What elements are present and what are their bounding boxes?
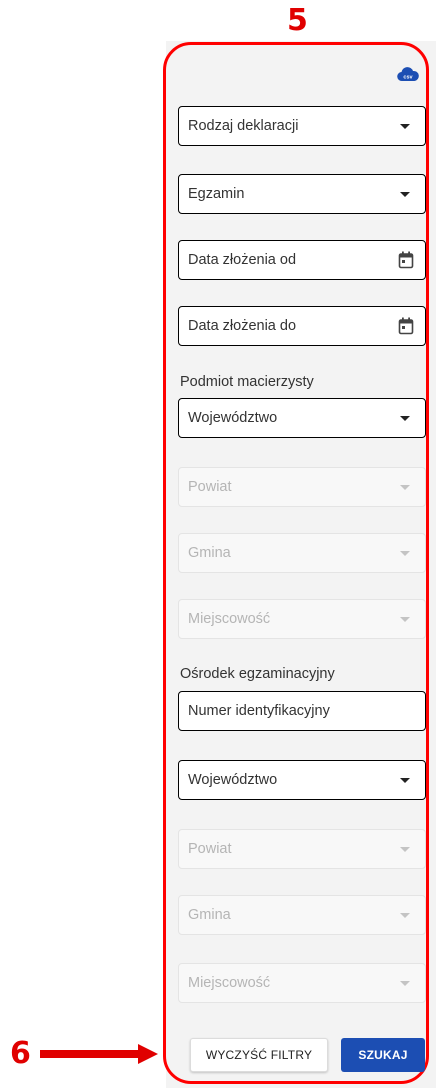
center-locality-select[interactable]: Miejscowość [178,963,426,1003]
date-to-label: Data złożenia do [188,318,297,334]
chevron-down-icon [400,124,410,129]
date-from-label: Data złożenia od [188,252,297,268]
date-from-field[interactable]: Data złożenia od [178,240,426,280]
annotation-number-6: 6 [10,1036,31,1071]
parent-entity-heading: Podmiot macierzysty [180,374,314,390]
id-number-label: Numer identyfikacyjny [188,703,330,719]
chevron-down-icon [400,192,410,197]
declaration-type-label: Rodzaj deklaracji [188,118,299,134]
chevron-down-icon [400,778,410,783]
chevron-down-icon [400,913,410,918]
chevron-down-icon [400,485,410,490]
calendar-icon[interactable] [398,317,414,335]
locality-label: Miejscowość [188,975,271,991]
voivodeship-label: Województwo [188,772,278,788]
exam-center-id-input[interactable]: Numer identyfikacyjny [178,691,426,731]
parent-locality-select[interactable]: Miejscowość [178,599,426,639]
chevron-down-icon [400,847,410,852]
exam-center-heading: Ośrodek egzaminacyjny [180,666,335,682]
county-label: Powiat [188,841,232,857]
parent-voivodeship-select[interactable]: Województwo [178,398,426,438]
parent-commune-select[interactable]: Gmina [178,533,426,573]
voivodeship-label: Województwo [188,410,278,426]
exam-select[interactable]: Egzamin [178,174,426,214]
county-label: Powiat [188,479,232,495]
chevron-down-icon [400,416,410,421]
search-button[interactable]: SZUKAJ [341,1038,425,1072]
locality-label: Miejscowość [188,611,271,627]
center-county-select[interactable]: Powiat [178,829,426,869]
annotation-arrow-icon [40,1044,158,1064]
chevron-down-icon [400,617,410,622]
center-voivodeship-select[interactable]: Województwo [178,760,426,800]
chevron-down-icon [400,981,410,986]
center-commune-select[interactable]: Gmina [178,895,426,935]
commune-label: Gmina [188,907,231,923]
commune-label: Gmina [188,545,231,561]
parent-county-select[interactable]: Powiat [178,467,426,507]
annotation-number-5: 5 [287,3,308,38]
calendar-icon[interactable] [398,251,414,269]
date-to-field[interactable]: Data złożenia do [178,306,426,346]
chevron-down-icon [400,551,410,556]
clear-filters-button[interactable]: WYCZYŚĆ FILTRY [190,1038,328,1072]
csv-label: csv [403,75,413,81]
csv-cloud-icon[interactable]: csv [397,66,419,82]
exam-label: Egzamin [188,186,245,202]
declaration-type-select[interactable]: Rodzaj deklaracji [178,106,426,146]
